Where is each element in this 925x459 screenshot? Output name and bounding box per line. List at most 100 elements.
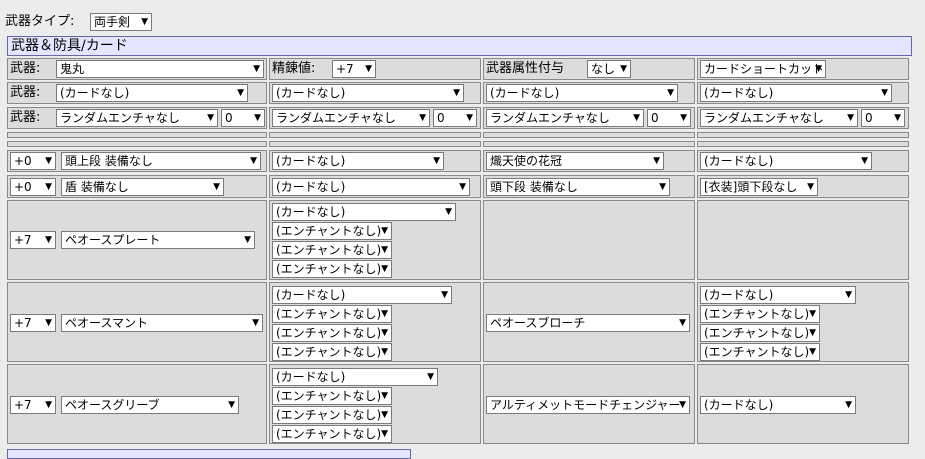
spacer-row [483, 141, 695, 147]
costume-cell: [衣装]頭下段なし [697, 175, 909, 198]
weapon-label: 武器: [10, 61, 41, 76]
empty-cell [483, 200, 695, 280]
shortcut-cell: カードショートカット [697, 58, 909, 80]
refine-label: 精錬値: [272, 61, 316, 76]
head-top-refine-select[interactable]: +0 [10, 152, 56, 170]
enchant-cell-2: ランダムエンチャなし 0 [269, 107, 481, 129]
weapon-card-cell-2: (カードなし) [269, 82, 481, 104]
spacer-row [7, 141, 267, 147]
enchant-level-select[interactable]: 0 [221, 109, 265, 127]
shield-cell: +0 盾 装備なし [7, 175, 267, 198]
shield-refine-select[interactable]: +0 [10, 178, 56, 196]
head-top-card-select[interactable]: (カードなし) [272, 152, 444, 170]
weapon-select[interactable]: 鬼丸 [56, 60, 264, 78]
garment-enchant-select[interactable]: (エンチャントなし) [272, 343, 392, 361]
garment-enchant-select[interactable]: (エンチャントなし) [272, 324, 392, 342]
accessory2-select[interactable]: アルティメットモードチェンジャー [486, 396, 690, 414]
shoes-enchant-select[interactable]: (エンチャントなし) [272, 425, 392, 443]
section-title: 武器＆防具/カード [7, 36, 912, 56]
accessory-enchant-select[interactable]: (エンチャントなし) [700, 305, 820, 323]
accessory-card-cell: (カードなし) (エンチャントなし) (エンチャントなし) (エンチャントなし) [697, 282, 909, 362]
shoes-card-cell: (カードなし) (エンチャントなし) (エンチャントなし) (エンチャントなし) [269, 364, 481, 444]
head-mid-card-select[interactable]: (カードなし) [700, 152, 872, 170]
enchant-cell-3: ランダムエンチャなし 0 [483, 107, 695, 129]
spacer-row [697, 141, 909, 147]
shield-card-select[interactable]: (カードなし) [272, 178, 470, 196]
weapon-card-select[interactable]: (カードなし) [272, 84, 464, 102]
weapon-card-cell-3: (カードなし) [483, 82, 695, 104]
random-enchant-select[interactable]: ランダムエンチャなし [700, 109, 858, 127]
head-top-select[interactable]: 頭上段 装備なし [61, 152, 261, 170]
head-mid-cell: 熾天使の花冠 [483, 150, 695, 172]
element-select[interactable]: なし [587, 60, 631, 78]
armor-card-cell: (カードなし) (エンチャントなし) (エンチャントなし) (エンチャントなし) [269, 200, 481, 280]
element-cell: 武器属性付与 なし [483, 58, 695, 80]
enchant-cell-1: 武器: ランダムエンチャなし 0 [7, 107, 267, 129]
garment-cell: +7 ペオースマント [7, 282, 267, 362]
spacer-row [269, 141, 481, 147]
armor-enchant-select[interactable]: (エンチャントなし) [272, 222, 392, 240]
weapon-cell: 武器: 鬼丸 [7, 58, 267, 80]
armor-enchant-select[interactable]: (エンチャントなし) [272, 241, 392, 259]
head-top-cell: +0 頭上段 装備なし [7, 150, 267, 172]
shield-card-cell: (カードなし) [269, 175, 481, 198]
weapon-card-label: 武器: [10, 85, 41, 100]
random-enchant-select[interactable]: ランダムエンチャなし [486, 109, 644, 127]
garment-card-select[interactable]: (カードなし) [272, 286, 452, 304]
shoes-select[interactable]: ペオースグリーブ [61, 396, 239, 414]
weapon-type-label: 武器タイプ: [5, 14, 75, 29]
head-mid-select[interactable]: 熾天使の花冠 [486, 152, 664, 170]
enchant-cell-4: ランダムエンチャなし 0 [697, 107, 909, 129]
armor-enchant-select[interactable]: (エンチャントなし) [272, 260, 392, 278]
head-mid-card-cell: (カードなし) [697, 150, 909, 172]
enchant-level-select[interactable]: 0 [861, 109, 905, 127]
weapon-card-select[interactable]: (カードなし) [486, 84, 678, 102]
shoes-refine-select[interactable]: +7 [10, 396, 56, 414]
element-label: 武器属性付与 [486, 61, 565, 76]
garment-card-cell: (カードなし) (エンチャントなし) (エンチャントなし) (エンチャントなし) [269, 282, 481, 362]
weapon-card-select[interactable]: (カードなし) [56, 84, 248, 102]
accessory-card-select[interactable]: (カードなし) [700, 286, 856, 304]
accessory-select[interactable]: ペオースブローチ [486, 314, 690, 332]
weapon-card-cell-4: (カードなし) [697, 82, 909, 104]
card-shortcut-select[interactable]: カードショートカット [700, 60, 826, 78]
accessory2-cell: アルティメットモードチェンジャー [483, 364, 695, 444]
accessory-cell: ペオースブローチ [483, 282, 695, 362]
shoes-cell: +7 ペオースグリーブ [7, 364, 267, 444]
weapon-refine-select[interactable]: +7 [332, 60, 376, 78]
spacer-row [697, 132, 909, 138]
shield-select[interactable]: 盾 装備なし [61, 178, 224, 196]
spacer-row [269, 132, 481, 138]
garment-select[interactable]: ペオースマント [61, 314, 263, 332]
weapon-type-select[interactable]: 両手剣 [90, 13, 152, 31]
weapon-card-cell-1: 武器: (カードなし) [7, 82, 267, 104]
accessory-enchant-select[interactable]: (エンチャントなし) [700, 324, 820, 342]
spacer-row [7, 132, 267, 138]
weapon-card-select[interactable]: (カードなし) [700, 84, 892, 102]
head-low-cell: 頭下段 装備なし [483, 175, 695, 198]
shoes-enchant-select[interactable]: (エンチャントなし) [272, 387, 392, 405]
armor-refine-select[interactable]: +7 [10, 231, 56, 249]
empty-cell [697, 200, 909, 280]
garment-refine-select[interactable]: +7 [10, 314, 56, 332]
shoes-enchant-select[interactable]: (エンチャントなし) [272, 406, 392, 424]
head-top-card-cell: (カードなし) [269, 150, 481, 172]
armor-cell: +7 ペオースプレート [7, 200, 267, 280]
random-enchant-select[interactable]: ランダムエンチャなし [272, 109, 430, 127]
accessory2-card-cell: (カードなし) [697, 364, 909, 444]
enchant-level-select[interactable]: 0 [647, 109, 691, 127]
spacer-row [483, 132, 695, 138]
enchant-label: 武器: [10, 110, 41, 125]
random-enchant-select[interactable]: ランダムエンチャなし [56, 109, 218, 127]
accessory-enchant-select[interactable]: (エンチャントなし) [700, 343, 820, 361]
armor-card-select[interactable]: (カードなし) [272, 203, 456, 221]
armor-select[interactable]: ペオースプレート [61, 231, 255, 249]
refine-cell: 精錬値: +7 [269, 58, 481, 80]
head-low-select[interactable]: 頭下段 装備なし [486, 178, 670, 196]
garment-enchant-select[interactable]: (エンチャントなし) [272, 305, 392, 323]
accessory2-card-select[interactable]: (カードなし) [700, 396, 856, 414]
next-section-header [7, 449, 411, 459]
shoes-card-select[interactable]: (カードなし) [272, 368, 438, 386]
costume-head-low-select[interactable]: [衣装]頭下段なし [700, 178, 818, 196]
enchant-level-select[interactable]: 0 [433, 109, 477, 127]
